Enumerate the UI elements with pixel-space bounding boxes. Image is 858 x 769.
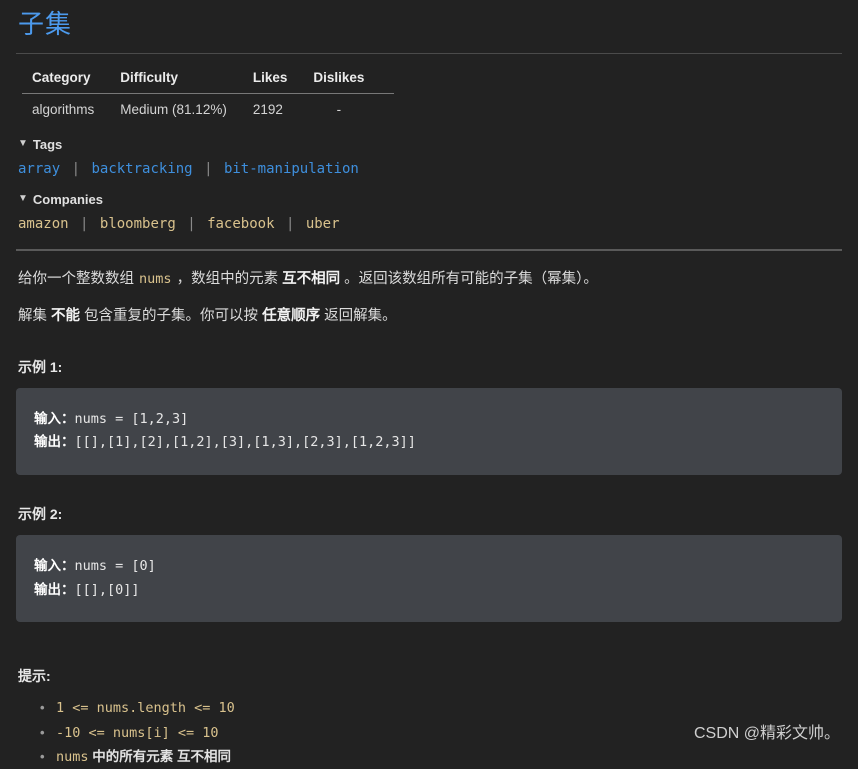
company-separator: |: [285, 216, 295, 233]
desc-text: 返回解集。: [320, 308, 397, 325]
cell-difficulty: Medium (81.12%): [120, 102, 227, 118]
column-header-difficulty: Difficulty: [110, 64, 243, 95]
company-link[interactable]: amazon: [18, 216, 69, 232]
example-1-code-block: 输入：nums = [1,2,3] 输出：[[],[1],[2],[1,2],[…: [16, 387, 842, 475]
desc-text: 包含重复的子集。你可以按: [80, 308, 263, 325]
hint-code: -10 <= nums[i] <= 10: [56, 724, 219, 741]
hint-text: 中的所有元素 互不相同: [88, 748, 232, 764]
list-item: nums 中的所有元素 互不相同: [40, 745, 842, 769]
example-output-value: [[],[1],[2],[1,2],[3],[1,3],[2,3],[1,2,3…: [74, 434, 416, 451]
example-output-label: 输出：: [34, 434, 75, 451]
table-row: algorithms Medium (81.12%) 2192 -: [22, 94, 394, 125]
chevron-down-icon: ▼: [18, 137, 28, 149]
cell-category: algorithms: [32, 102, 95, 118]
example-input-label: 输入：: [34, 557, 75, 574]
example-output-label: 输出：: [34, 581, 75, 598]
page-title: 子集: [18, 9, 73, 39]
hints-title: 提示:: [18, 668, 51, 685]
tag-link[interactable]: bit-manipulation: [224, 161, 359, 177]
tag-separator: |: [204, 161, 213, 178]
companies-list: amazon | bloomberg | facebook | uber: [18, 214, 842, 234]
tags-list: array | backtracking | bit-manipulation: [18, 159, 842, 179]
tag-link[interactable]: backtracking: [91, 161, 192, 177]
hint-code: nums: [56, 748, 89, 765]
company-separator: |: [187, 216, 196, 233]
example-input-value: nums = [0]: [74, 557, 156, 574]
cell-dislikes: -: [336, 102, 342, 118]
table-header-row: Category Difficulty Likes Dislikes: [22, 64, 395, 95]
description-paragraph-1: 给你一个整数数组 nums ，数组中的元素 互不相同 。返回该数组所有可能的子集…: [18, 268, 842, 290]
column-header-category: Category: [22, 64, 111, 95]
column-header-likes: Likes: [242, 64, 304, 95]
chevron-down-icon: ▼: [18, 192, 28, 204]
column-header-dislikes: Dislikes: [303, 64, 395, 95]
problem-page: 子集 Category Difficulty Likes Dislikes al…: [0, 9, 858, 769]
example-1-title: 示例 1:: [18, 358, 63, 375]
company-link[interactable]: facebook: [207, 216, 274, 232]
companies-section-label: Companies: [32, 192, 103, 208]
companies-section-toggle[interactable]: ▼ Companies: [18, 192, 842, 207]
tags-section-label: Tags: [32, 137, 63, 153]
list-item: 1 <= nums.length <= 10: [40, 696, 842, 720]
example-output-value: [[],[0]]: [74, 581, 140, 598]
tags-section-toggle[interactable]: ▼ Tags: [18, 137, 842, 152]
desc-text: ，数组中的元素: [172, 270, 283, 287]
company-link[interactable]: bloomberg: [100, 216, 176, 232]
desc-emphasis: 互不相同: [282, 270, 341, 287]
example-2-title: 示例 2:: [18, 505, 63, 522]
example-input-value: nums = [1,2,3]: [74, 410, 189, 427]
example-input-label: 输入：: [34, 410, 75, 427]
desc-emphasis: 任意顺序: [262, 308, 321, 325]
desc-emphasis: 不能: [51, 308, 81, 325]
desc-text: 。返回该数组所有可能的子集（幂集）。: [340, 270, 598, 287]
hint-code: 1 <= nums.length <= 10: [56, 700, 235, 717]
csdn-watermark: CSDN @精彩文帅。: [693, 725, 840, 742]
title-divider: [16, 53, 842, 55]
cell-likes: 2192: [252, 102, 283, 118]
desc-text: 解集: [18, 308, 52, 325]
companies-divider: [16, 248, 842, 251]
description-paragraph-2: 解集 不能 包含重复的子集。你可以按 任意顺序 返回解集。: [18, 305, 842, 327]
desc-text: 给你一个整数数组: [18, 270, 139, 287]
example-2-code-block: 输入：nums = [0] 输出：[[],[0]]: [16, 534, 842, 623]
company-separator: |: [80, 216, 89, 233]
company-link[interactable]: uber: [306, 216, 340, 232]
tag-link[interactable]: array: [18, 161, 60, 177]
inline-code-nums: nums: [139, 270, 172, 287]
tag-separator: |: [71, 161, 81, 178]
problem-meta-table: Category Difficulty Likes Dislikes algor…: [22, 64, 395, 125]
